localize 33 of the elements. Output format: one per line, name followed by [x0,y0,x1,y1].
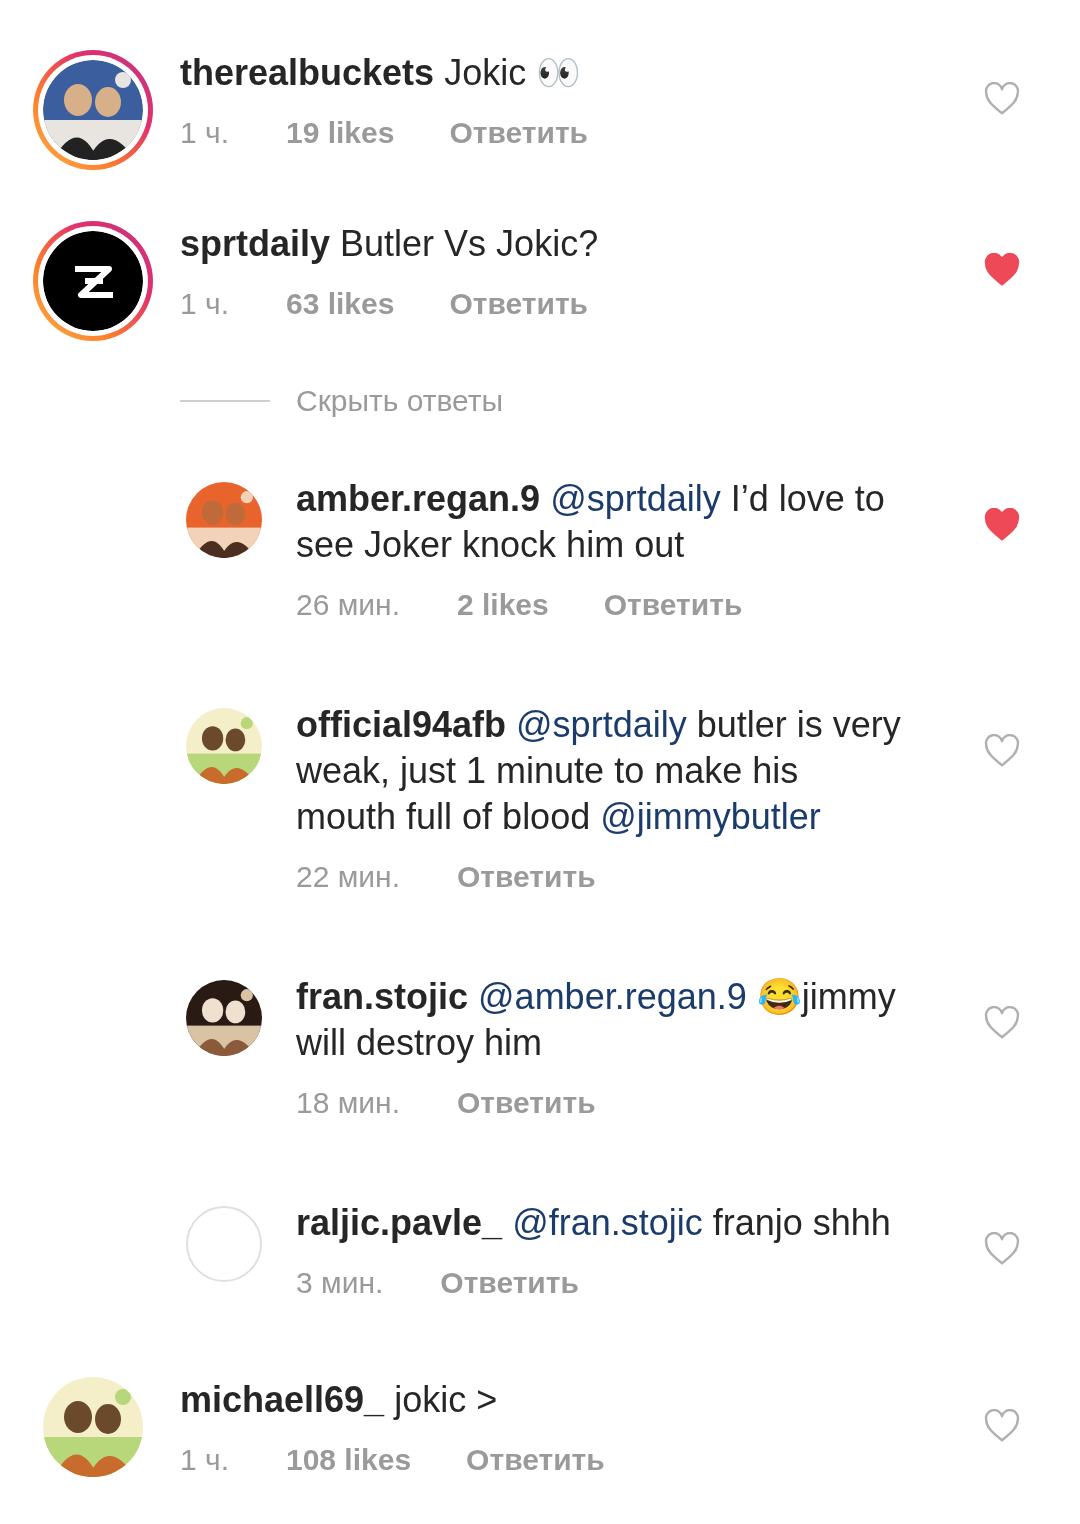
comment-text: therealbuckets Jokic 👀 [180,51,583,95]
hide-replies-button[interactable]: Скрыть ответы [296,378,504,423]
heart-icon[interactable] [984,1006,1020,1040]
comment-time: 1 ч. [180,115,229,151]
comment-text: raljic.pavle_ @fran.stojic franjo shhh [296,1201,892,1245]
reply-button[interactable]: Ответить [603,585,743,625]
comment-text: fran.stojic @amber.regan.9 😂jimmy will destroy him [296,975,897,1065]
comment-time: 1 ч. [180,1442,229,1478]
comment-time: 26 мин. [296,587,400,623]
reply-button[interactable]: Ответить [449,284,589,324]
heart-icon[interactable] [984,1409,1020,1443]
heart-icon[interactable] [984,82,1020,116]
reply-button[interactable]: Ответить [457,857,596,897]
comment-text: sprtdaily Butler Vs Jokic? [180,222,600,266]
comment-text: michaell69_ jokic > [180,1378,499,1422]
likes-count[interactable]: 63 likes [286,284,395,324]
likes-count[interactable]: 2 likes [457,585,549,625]
likes-count[interactable]: 108 likes [286,1440,412,1480]
heart-icon[interactable] [984,734,1020,768]
heart-icon[interactable] [984,508,1020,542]
comment-text: official94afb @sprtdaily butler is very weak, just 1 minute to make his mouth full of blood @jimmybutler [296,703,902,839]
reply-button[interactable]: Ответить [449,113,589,153]
likes-count[interactable]: 19 likes [286,113,395,153]
reply-button[interactable]: Ответить [457,1083,596,1123]
heart-icon[interactable] [984,253,1020,287]
comment-time: 3 мин. [296,1265,384,1301]
heart-icon[interactable] [984,1232,1020,1266]
reply-button[interactable]: Ответить [440,1263,579,1303]
comment-time: 18 мин. [296,1085,400,1121]
comment-text: amber.regan.9 @sprtdaily I’d love to see Joker knock him out [296,477,886,567]
reply-button[interactable]: Ответить [466,1440,605,1480]
comment-time: 1 ч. [180,286,229,322]
comment-time: 22 мин. [296,859,400,895]
